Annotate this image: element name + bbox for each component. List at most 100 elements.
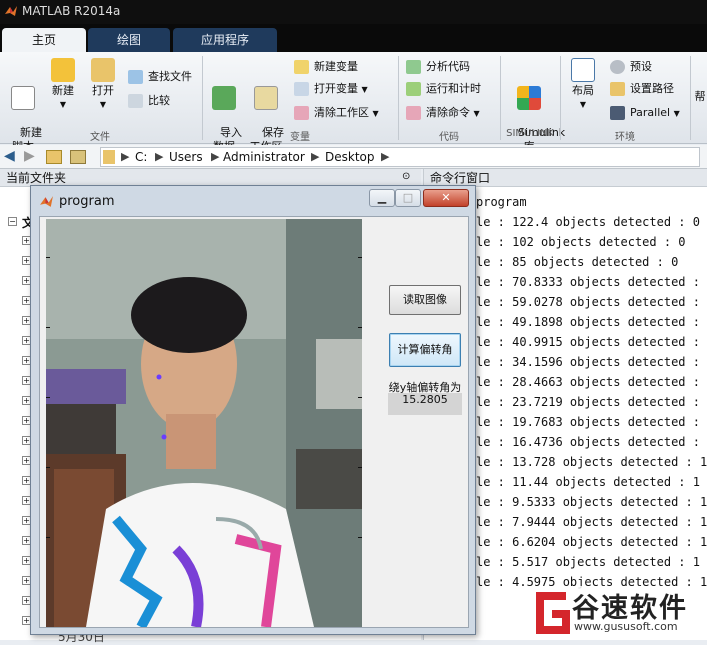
gear-icon xyxy=(610,60,625,74)
analyze-code-icon xyxy=(406,60,421,74)
group-divider xyxy=(500,56,501,140)
minimize-button[interactable]: ▁ xyxy=(369,189,395,207)
open-button[interactable]: 打开 ▼ xyxy=(86,58,120,112)
help-button[interactable]: 帮 xyxy=(694,90,706,104)
breadcrumb[interactable]: ▶ C: ▶ Users ▶ Administrator ▶ Desktop ▶ xyxy=(100,147,700,167)
compare-button[interactable]: 比较 xyxy=(128,92,170,110)
new-variable-icon xyxy=(294,60,309,74)
find-files-icon xyxy=(128,70,143,84)
command-output-line: le : 102 objects detected : 0 xyxy=(476,235,686,249)
browse-folder-icon[interactable] xyxy=(70,150,86,164)
breadcrumb-item[interactable]: Administrator xyxy=(223,150,305,164)
tab-plots[interactable]: 绘图 xyxy=(88,28,170,52)
preferences-label: 预设 xyxy=(630,60,652,73)
forward-icon[interactable]: ▶ xyxy=(24,148,35,164)
import-icon xyxy=(212,86,236,110)
layout-button[interactable]: 布局 ▼ xyxy=(566,58,600,112)
simulink-group-label: SIMULINK xyxy=(506,128,554,139)
code-group-label: 代码 xyxy=(439,132,459,143)
program-figure-window[interactable]: program ▁ □ ✕ 读取图像 计算偏转角 绕y轴偏转角为 15.2805 xyxy=(30,185,476,635)
run-and-time-label: 运行和计时 xyxy=(426,82,481,95)
breadcrumb-item[interactable]: Users xyxy=(169,150,203,164)
clear-commands-button[interactable]: 清除命令 ▼ xyxy=(406,104,480,122)
folder-icon xyxy=(103,150,115,164)
chevron-down-icon: ▼ xyxy=(361,85,368,94)
matlab-logo-icon xyxy=(40,196,53,207)
parallel-label: Parallel xyxy=(630,106,671,119)
layout-label: 布局 xyxy=(572,84,594,97)
command-output-line: le : 59.0278 objects detected : 0 xyxy=(476,295,707,309)
command-output-line: le : 23.7219 objects detected : 1 xyxy=(476,395,707,409)
maximize-button[interactable]: □ xyxy=(395,189,421,207)
chevron-down-icon: ▼ xyxy=(372,109,379,118)
file-group-label: 文件 xyxy=(90,132,110,143)
preferences-button[interactable]: 预设 xyxy=(610,58,652,76)
new-variable-label: 新建变量 xyxy=(314,60,358,73)
set-path-label: 设置路径 xyxy=(630,82,674,95)
variable-group-label: 变量 xyxy=(290,132,310,143)
plus-icon xyxy=(51,58,75,82)
command-output-line: le : 49.1898 objects detected : 0 xyxy=(476,315,707,329)
chevron-down-icon: ▼ xyxy=(673,109,680,118)
back-icon[interactable]: ◀ xyxy=(4,148,15,164)
group-divider xyxy=(690,56,691,140)
new-variable-button[interactable]: 新建变量 xyxy=(294,58,358,76)
landmark-marker xyxy=(161,434,167,440)
figure-client-area: 读取图像 计算偏转角 绕y轴偏转角为 15.2805 xyxy=(39,216,469,628)
find-files-button[interactable]: 查找文件 xyxy=(128,68,192,86)
read-image-button[interactable]: 读取图像 xyxy=(389,285,461,315)
ribbon: 新建 脚本 新建 ▼ 打开 ▼ 查找文件 比较 文件 导入 数据 保存 工作区 … xyxy=(0,52,707,153)
pane-menu-icon[interactable]: ⊙ xyxy=(402,171,410,182)
chevron-down-icon: ▼ xyxy=(59,100,67,109)
breadcrumb-separator-icon: ▶ xyxy=(121,150,130,163)
parallel-button[interactable]: Parallel ▼ xyxy=(610,104,680,122)
command-output-line: le : 6.6204 objects detected : 1 xyxy=(476,535,707,549)
close-button[interactable]: ✕ xyxy=(423,189,469,207)
command-output-line: le : 85 objects detected : 0 xyxy=(476,255,679,269)
set-path-button[interactable]: 设置路径 xyxy=(610,80,674,98)
breadcrumb-item[interactable]: Desktop xyxy=(325,150,375,164)
watermark-logo-icon xyxy=(536,592,570,634)
breadcrumb-separator-icon: ▶ xyxy=(211,150,220,163)
ribbon-tab-row: 主页 绘图 应用程序 xyxy=(0,24,707,52)
breadcrumb-separator-icon: ▶ xyxy=(155,150,164,163)
address-bar: ◀ ▶ ▶ C: ▶ Users ▶ Administrator ▶ Deskt… xyxy=(0,145,707,169)
help-label: 帮 xyxy=(694,90,706,103)
breadcrumb-separator-icon: ▶ xyxy=(381,150,390,163)
open-variable-icon xyxy=(294,82,309,96)
landmark-marker xyxy=(156,374,162,380)
environment-group-label: 环境 xyxy=(615,132,635,143)
new-label: 新建 xyxy=(52,84,74,97)
angle-value: 15.2805 xyxy=(388,393,462,415)
clear-workspace-button[interactable]: 清除工作区 ▼ xyxy=(294,104,379,122)
save-workspace-icon xyxy=(254,86,278,110)
find-files-label: 查找文件 xyxy=(148,70,192,83)
clear-commands-icon xyxy=(406,106,421,120)
command-output-line: le : 19.7683 objects detected : 1 xyxy=(476,415,707,429)
chevron-down-icon: ▼ xyxy=(99,100,107,109)
group-divider xyxy=(560,56,561,140)
compute-angle-button[interactable]: 计算偏转角 xyxy=(389,333,461,367)
folder-icon xyxy=(91,58,115,82)
new-button[interactable]: 新建 ▼ xyxy=(46,58,80,112)
up-folder-icon[interactable] xyxy=(46,150,62,164)
set-path-icon xyxy=(610,82,625,96)
chevron-down-icon: ▼ xyxy=(579,100,587,109)
collapse-icon[interactable]: − xyxy=(8,217,17,226)
group-divider xyxy=(398,56,399,140)
run-and-time-button[interactable]: 运行和计时 xyxy=(406,80,481,98)
watermark-url: www.gususoft.com xyxy=(574,620,678,633)
clear-commands-label: 清除命令 xyxy=(426,106,470,119)
analyze-code-button[interactable]: 分析代码 xyxy=(406,58,470,76)
command-line: program xyxy=(476,195,527,209)
open-variable-button[interactable]: 打开变量 ▼ xyxy=(294,80,368,98)
breadcrumb-separator-icon: ▶ xyxy=(311,150,320,163)
run-and-time-icon xyxy=(406,82,421,96)
open-label: 打开 xyxy=(92,84,114,97)
tab-apps[interactable]: 应用程序 xyxy=(173,28,277,52)
open-variable-label: 打开变量 xyxy=(314,82,358,95)
tab-home[interactable]: 主页 xyxy=(2,28,86,52)
analyze-code-label: 分析代码 xyxy=(426,60,470,73)
breadcrumb-item[interactable]: C: xyxy=(135,150,147,164)
command-output-line: le : 7.9444 objects detected : 1 xyxy=(476,515,707,529)
